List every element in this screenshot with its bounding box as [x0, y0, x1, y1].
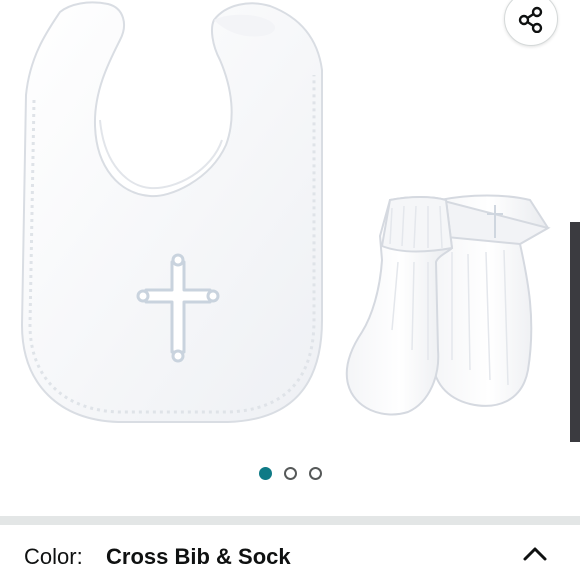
chevron-up-icon[interactable]	[522, 544, 548, 564]
bib	[20, 1, 323, 423]
carousel-dot-1[interactable]	[258, 466, 272, 480]
color-value: Cross Bib & Sock	[106, 544, 291, 569]
next-image-peek[interactable]	[570, 222, 580, 442]
carousel-dot-3[interactable]	[308, 466, 322, 480]
color-label: Color:	[24, 544, 83, 569]
share-icon	[518, 6, 543, 33]
image-carousel-indicator	[0, 463, 580, 483]
carousel-dot-2[interactable]	[283, 466, 297, 480]
product-image[interactable]	[0, 0, 580, 440]
socks	[345, 194, 551, 416]
section-divider	[0, 516, 580, 525]
